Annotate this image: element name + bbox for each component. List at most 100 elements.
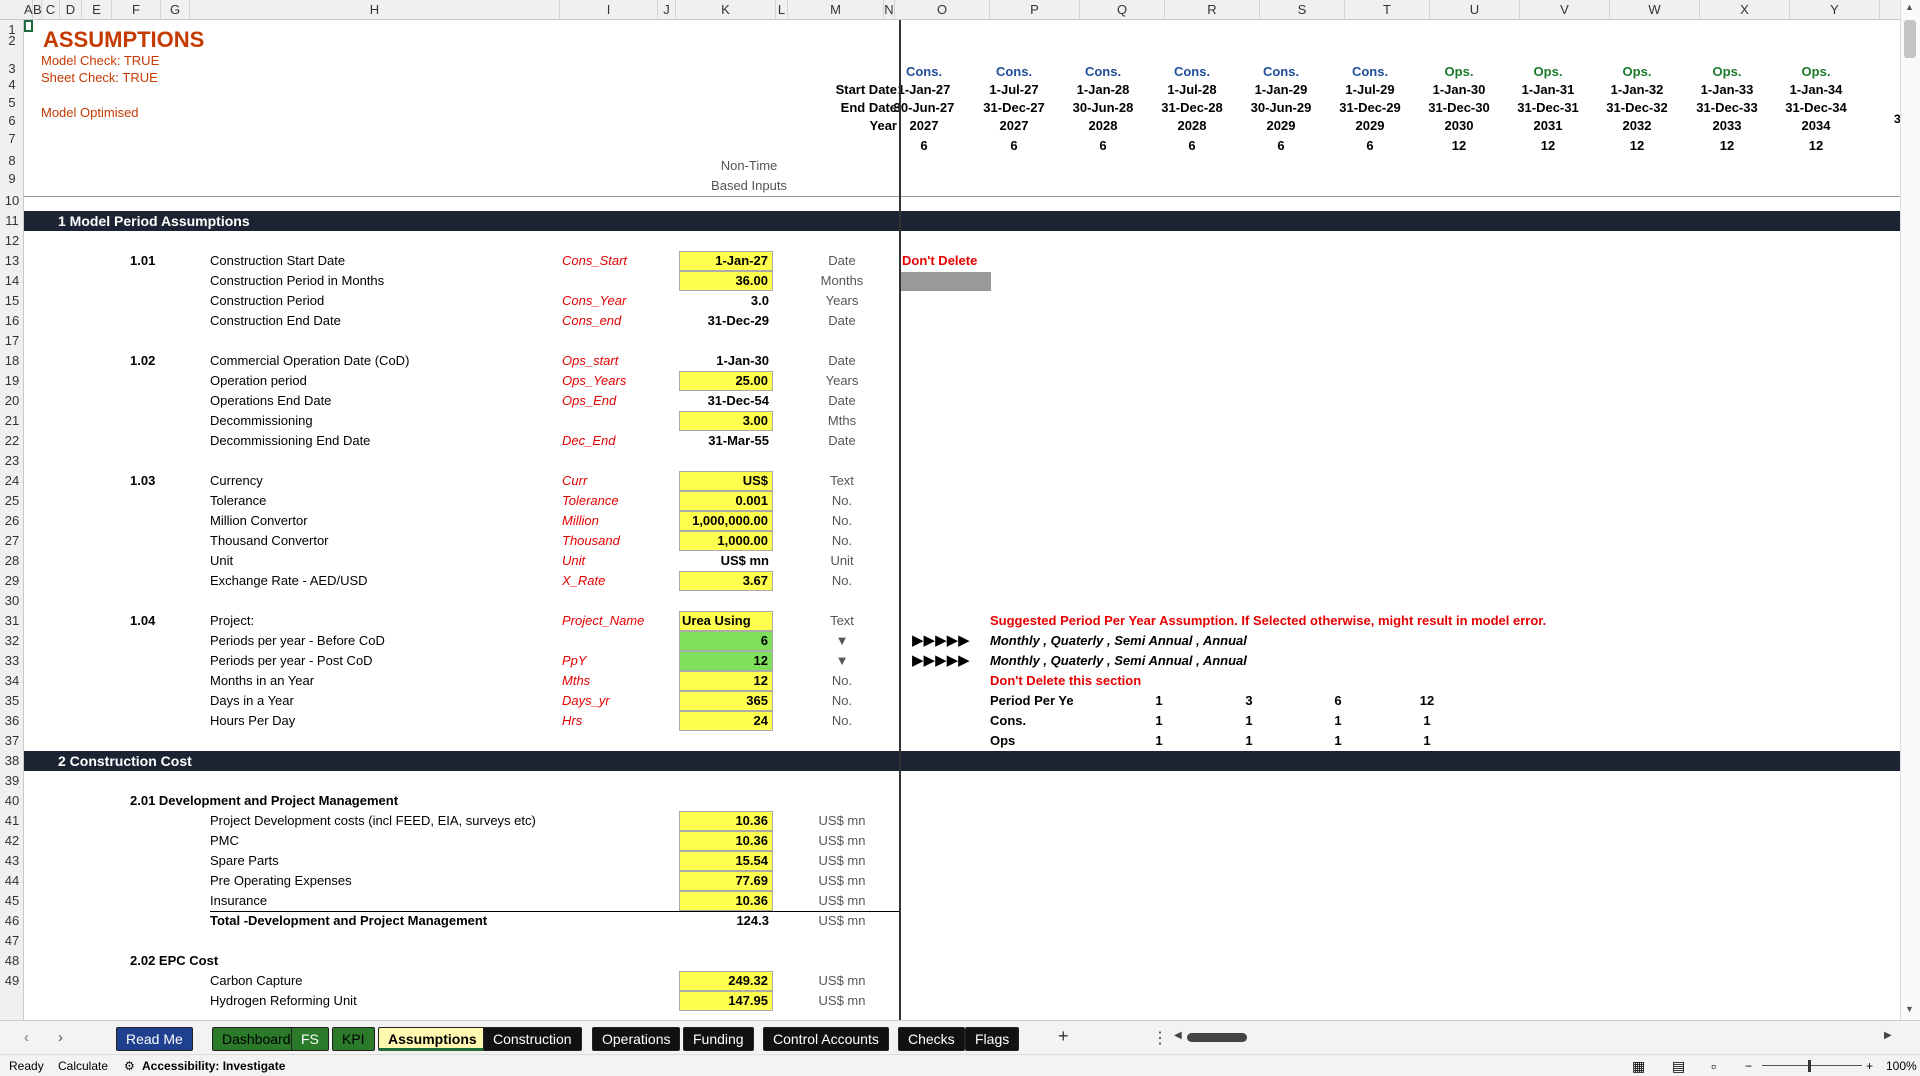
scroll-left-icon[interactable]: ◀ — [1174, 1030, 1182, 1041]
input-cell[interactable]: 12 — [679, 671, 773, 691]
row-header-23[interactable]: 23 — [0, 451, 24, 471]
row-header-21[interactable]: 21 — [0, 411, 24, 431]
row-header-5[interactable]: 5 — [0, 93, 24, 113]
row-header-10[interactable]: 10 — [0, 191, 24, 211]
col-header-Q[interactable]: Q — [1080, 0, 1165, 20]
accessibility-icon[interactable]: ⚙ — [124, 1055, 135, 1076]
row-header-45[interactable]: 45 — [0, 891, 24, 911]
col-header-E[interactable]: E — [82, 0, 112, 20]
tab-fs[interactable]: FS — [291, 1027, 329, 1051]
col-header-S[interactable]: S — [1260, 0, 1345, 20]
row-header-32[interactable]: 32 — [0, 631, 24, 651]
row-header-48[interactable]: 48 — [0, 951, 24, 971]
row-header-44[interactable]: 44 — [0, 871, 24, 891]
row-header-27[interactable]: 27 — [0, 531, 24, 551]
zoom-in-icon[interactable]: + — [1866, 1055, 1873, 1076]
input-cell[interactable]: Urea Using Natur — [679, 611, 773, 631]
tab-assumptions[interactable]: Assumptions — [378, 1027, 487, 1051]
col-header-G[interactable]: G — [161, 0, 190, 20]
more-options-icon[interactable]: ⋮ — [1152, 1028, 1168, 1048]
col-header-N[interactable]: N — [884, 0, 895, 20]
row-header-24[interactable]: 24 — [0, 471, 24, 491]
prev-sheet-icon[interactable]: ‹ — [24, 1029, 29, 1046]
scroll-down-icon[interactable]: ▼ — [1905, 1004, 1914, 1014]
row-header-17[interactable]: 17 — [0, 331, 24, 351]
input-cell[interactable]: 25.00 — [679, 371, 773, 391]
row-header-49[interactable]: 49 — [0, 971, 24, 991]
cost-input[interactable]: 147.95 — [679, 991, 773, 1011]
row-header-41[interactable]: 41 — [0, 811, 24, 831]
row-header-19[interactable]: 19 — [0, 371, 24, 391]
input-cell[interactable]: 0.001 — [679, 491, 773, 511]
row-header-20[interactable]: 20 — [0, 391, 24, 411]
value-cell[interactable]: 31-Mar-55 — [679, 431, 769, 451]
tab-funding[interactable]: Funding — [683, 1027, 754, 1051]
col-header-P[interactable]: P — [990, 0, 1080, 20]
vertical-scrollbar[interactable]: ▲ ▼ — [1900, 0, 1920, 1020]
row-header-33[interactable]: 33 — [0, 651, 24, 671]
input-cell[interactable]: 12 — [679, 651, 773, 671]
row-header-22[interactable]: 22 — [0, 431, 24, 451]
value-cell[interactable]: 31-Dec-29 — [679, 311, 769, 331]
unit-cell[interactable]: ▼ — [807, 651, 877, 671]
next-sheet-icon[interactable]: › — [58, 1029, 63, 1046]
col-header-M[interactable]: M — [788, 0, 884, 20]
row-header-40[interactable]: 40 — [0, 791, 24, 811]
row-header-9[interactable]: 9 — [0, 169, 24, 189]
selected-cell-A1[interactable] — [24, 20, 33, 32]
page-layout-icon[interactable]: ▤ — [1672, 1055, 1685, 1076]
row-header-25[interactable]: 25 — [0, 491, 24, 511]
row-header-13[interactable]: 13 — [0, 251, 24, 271]
scroll-up-icon[interactable]: ▲ — [1905, 2, 1914, 12]
zoom-level[interactable]: 100% — [1886, 1055, 1917, 1076]
row-header-46[interactable]: 46 — [0, 911, 24, 931]
input-cell[interactable]: 3.67 — [679, 571, 773, 591]
row-header-29[interactable]: 29 — [0, 571, 24, 591]
col-header-W[interactable]: W — [1610, 0, 1700, 20]
row-header-34[interactable]: 34 — [0, 671, 24, 691]
col-header-K[interactable]: K — [676, 0, 776, 20]
cost-input[interactable]: 10.36 — [679, 811, 773, 831]
total-value[interactable]: 124.3 — [679, 911, 769, 931]
zoom-slider-thumb[interactable] — [1808, 1060, 1811, 1072]
page-break-icon[interactable]: ▫ — [1711, 1055, 1716, 1076]
col-header-V[interactable]: V — [1520, 0, 1610, 20]
vertical-scroll-thumb[interactable] — [1904, 20, 1916, 58]
col-header-D[interactable]: D — [60, 0, 82, 20]
unit-cell[interactable]: ▼ — [807, 631, 877, 651]
row-header-11[interactable]: 11 — [0, 211, 24, 231]
tab-dashboard[interactable]: Dashboard — [212, 1027, 301, 1051]
cost-input[interactable]: 77.69 — [679, 871, 773, 891]
new-sheet-button[interactable]: + — [1058, 1026, 1069, 1047]
row-header-18[interactable]: 18 — [0, 351, 24, 371]
tab-kpi[interactable]: KPI — [332, 1027, 375, 1051]
input-cell[interactable]: 1,000,000.00 — [679, 511, 773, 531]
row-header-47[interactable]: 47 — [0, 931, 24, 951]
col-header-U[interactable]: U — [1430, 0, 1520, 20]
normal-view-icon[interactable]: ▦ — [1632, 1055, 1645, 1076]
input-cell[interactable]: 6 — [679, 631, 773, 651]
col-header-B[interactable]: B — [33, 0, 42, 20]
cost-input[interactable]: 15.54 — [679, 851, 773, 871]
cost-input[interactable]: 249.32 — [679, 971, 773, 991]
row-header-16[interactable]: 16 — [0, 311, 24, 331]
value-cell[interactable]: 31-Dec-54 — [679, 391, 769, 411]
col-header-A[interactable]: A — [24, 0, 33, 20]
tab-operations[interactable]: Operations — [592, 1027, 681, 1051]
col-header-L[interactable]: L — [776, 0, 788, 20]
input-cell[interactable]: 3.00 — [679, 411, 773, 431]
row-header-30[interactable]: 30 — [0, 591, 24, 611]
tab-read-me[interactable]: Read Me — [116, 1027, 193, 1051]
tab-construction[interactable]: Construction — [483, 1027, 582, 1051]
row-header-2[interactable]: 2 — [0, 31, 24, 51]
row-header-36[interactable]: 36 — [0, 711, 24, 731]
value-cell[interactable]: US$ mn — [679, 551, 769, 571]
input-cell[interactable]: 1-Jan-27 — [679, 251, 773, 271]
row-header-35[interactable]: 35 — [0, 691, 24, 711]
row-header-8[interactable]: 8 — [0, 151, 24, 171]
col-header-R[interactable]: R — [1165, 0, 1260, 20]
tab-checks[interactable]: Checks — [898, 1027, 965, 1051]
row-header-28[interactable]: 28 — [0, 551, 24, 571]
col-header-T[interactable]: T — [1345, 0, 1430, 20]
zoom-out-icon[interactable]: − — [1745, 1055, 1752, 1076]
